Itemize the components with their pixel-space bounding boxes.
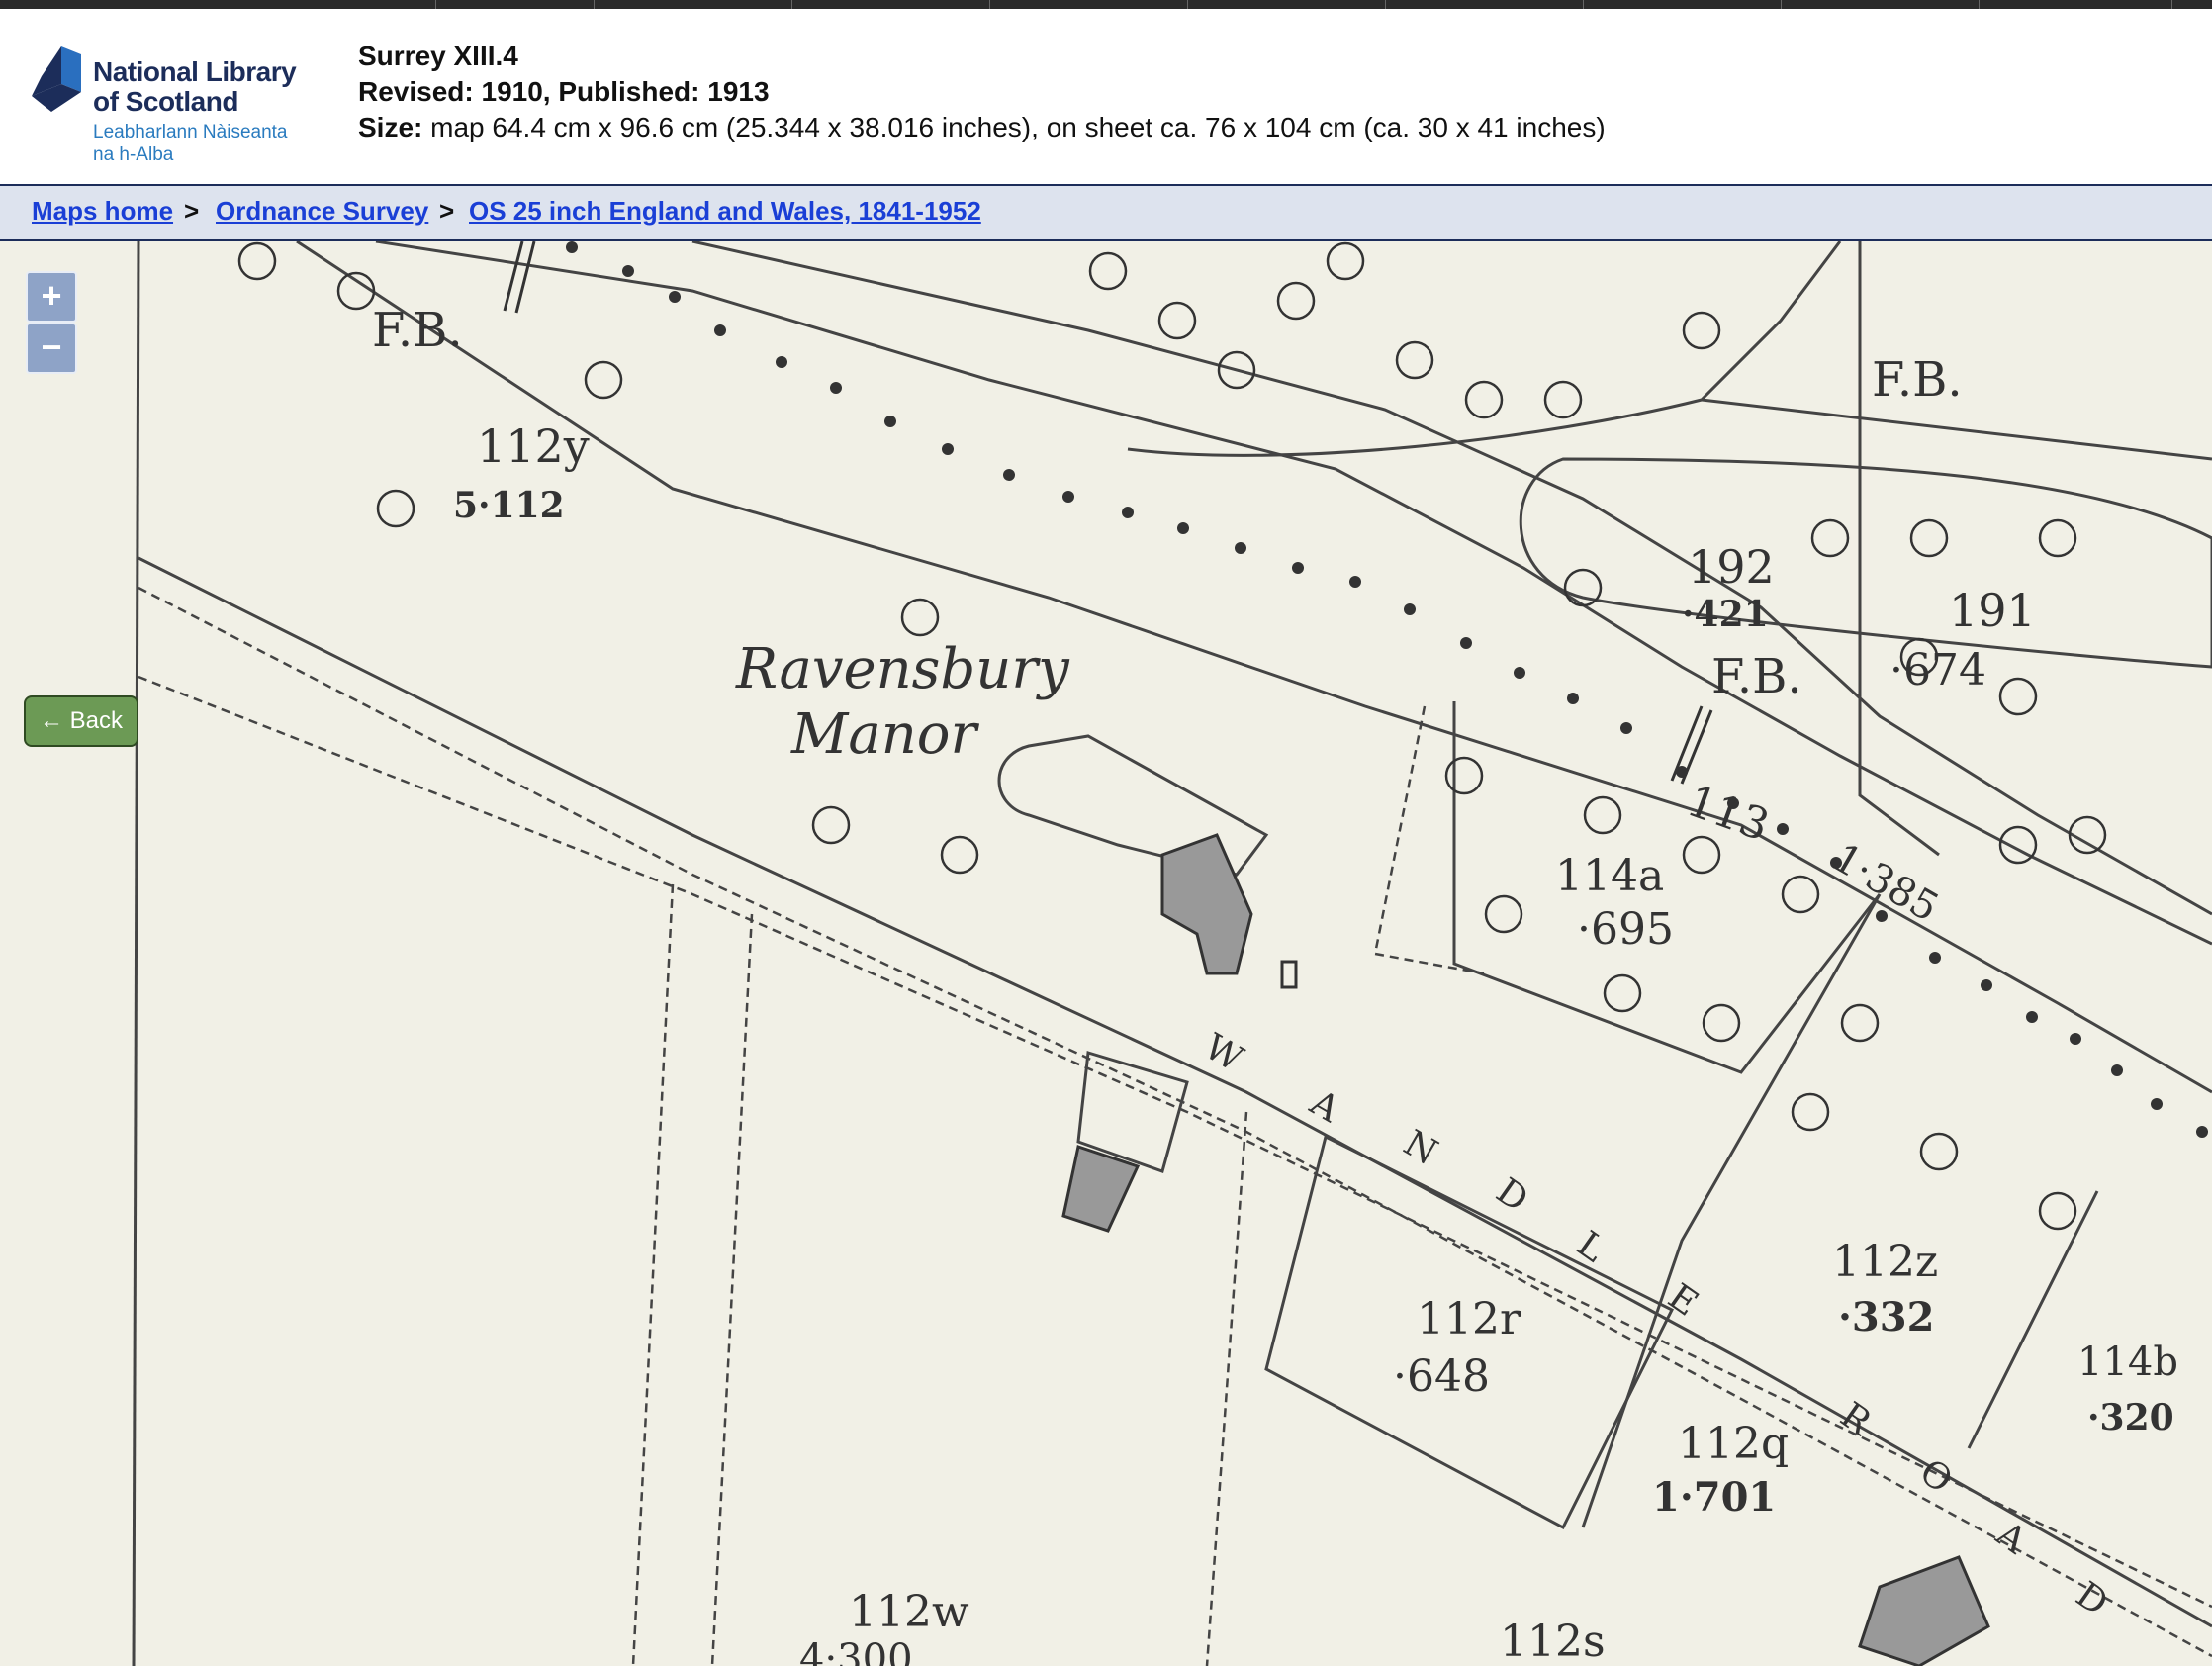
parcel-number: 113 [1680,776,1776,852]
zoom-in-button[interactable]: + [26,271,77,323]
fb-label: F.B. [1711,649,1802,704]
logo-line-3: Leabharlann Nàiseanta [93,122,288,142]
road-letter: D [1488,1170,1536,1221]
size-value: map 64.4 cm x 96.6 cm (25.344 x 38.016 i… [430,112,1606,142]
road-letter: E [1660,1276,1705,1325]
fb-label: F.B. [1872,352,1963,408]
road-letter: R [1832,1394,1879,1444]
manor-name: Ravensbury [736,637,1069,701]
breadcrumb-separator: > [184,196,200,226]
parcel-number: 112q [1678,1419,1790,1469]
breadcrumb-os-25-inch[interactable]: OS 25 inch England and Wales, 1841-1952 [469,196,981,227]
parcel-number: 112r [1417,1294,1521,1344]
parcel-number: 192 [1688,540,1775,594]
road-letter: O [1911,1451,1960,1502]
map-viewer[interactable]: F.B. F.B. F.B. 112y 5·112 Ravensbury Man… [0,241,2212,1666]
nls-logo-icon [32,46,81,112]
parcel-area: ·674 [1889,645,1986,695]
nls-logo[interactable]: National Library of Scotland Leabharlann… [32,46,309,175]
size-label: Size: [358,112,423,142]
parcel-number: 112s [1500,1617,1606,1666]
parcel-area: ·332 [1838,1294,1935,1341]
zoom-out-button[interactable]: − [26,323,77,374]
breadcrumb-separator: > [439,196,455,226]
parcel-number: 112z [1832,1237,1939,1287]
road-letter: A [1303,1082,1346,1131]
sheet-size: Size: map 64.4 cm x 96.6 cm (25.344 x 38… [358,110,1606,145]
logo-line-1: National Library [93,56,297,87]
parcel-number: 114a [1555,851,1665,901]
road-letter: N [1396,1122,1444,1174]
breadcrumb-maps-home[interactable]: Maps home [32,196,173,227]
breadcrumb: Maps home > Ordnance Survey > OS 25 inch… [0,186,2212,241]
road-letter: W [1197,1026,1249,1080]
parcel-number: 112y [477,419,590,473]
sheet-dates: Revised: 1910, Published: 1913 [358,76,770,107]
parcel-area: ·648 [1393,1351,1490,1402]
back-button[interactable]: ← Back [24,695,138,747]
header: National Library of Scotland Leabharlann… [0,9,2212,186]
parcel-area: 4·300 [799,1636,913,1666]
road-letter: D [2068,1574,2116,1624]
road-letter: L [1569,1223,1613,1271]
sheet-title: Surrey XIII.4 [358,41,518,71]
parcel-number: 114b [2077,1340,2178,1385]
logo-line-4: na h-Alba [93,144,174,165]
parcel-area: 5·112 [453,485,565,526]
manor-name: Manor [791,702,977,767]
parcel-number: 191 [1949,584,2036,637]
fb-label: F.B. [372,303,463,358]
parcel-area: 1·701 [1652,1474,1777,1521]
breadcrumb-ordnance-survey[interactable]: Ordnance Survey [216,196,428,227]
road-letter: A [1988,1514,2034,1562]
parcel-number: 112w [849,1587,969,1637]
logo-line-2: of Scotland [93,86,238,117]
sheet-info: Surrey XIII.4 Revised: 1910, Published: … [358,39,1606,145]
parcel-area: 1·385 [1825,835,1947,932]
parcel-area: ·320 [2087,1397,2174,1438]
map-labels: F.B. F.B. F.B. 112y 5·112 Ravensbury Man… [0,241,2212,1666]
parcel-area: ·695 [1577,904,1674,955]
parcel-area: ·421 [1682,594,1769,635]
